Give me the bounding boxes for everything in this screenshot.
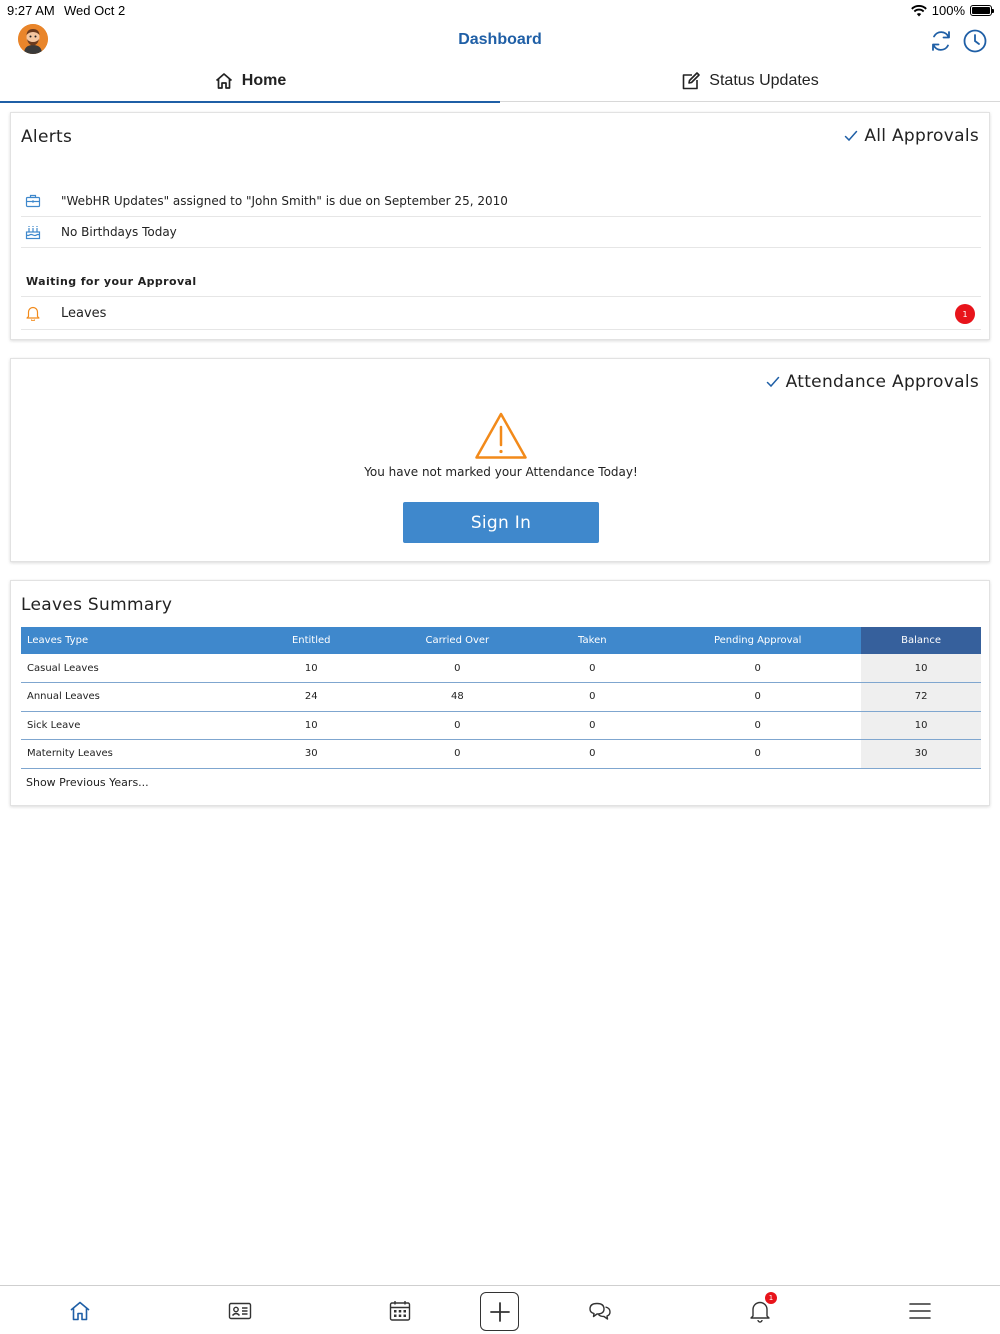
checkmark-icon	[845, 130, 858, 142]
waiting-approval-heading: Waiting for your Approval	[26, 275, 197, 288]
table-cell: 0	[654, 711, 862, 740]
chat-icon	[589, 1302, 611, 1320]
table-cell: 0	[530, 739, 655, 769]
table-cell: 72	[861, 682, 981, 712]
tabbar-calendar[interactable]	[387, 1298, 413, 1324]
table-row: Sick Leave 10 0 0 0 10	[21, 711, 981, 740]
table-row: Casual Leaves 10 0 0 0 10	[21, 654, 981, 683]
alert-item-text: "WebHR Updates" assigned to "John Smith"…	[61, 194, 508, 208]
leaves-approval-label: Leaves	[61, 305, 107, 321]
home-icon	[215, 73, 232, 89]
plus-icon	[489, 1301, 510, 1322]
menu-icon	[909, 1303, 931, 1319]
home-icon	[70, 1301, 90, 1321]
checkmark-icon	[766, 376, 779, 388]
table-cell: 0	[384, 711, 531, 740]
alert-item-text: No Birthdays Today	[61, 225, 177, 239]
table-cell: 0	[530, 711, 655, 740]
table-cell: 0	[654, 682, 862, 712]
edit-icon	[682, 72, 701, 90]
all-approvals-label: All Approvals	[864, 126, 979, 146]
leaves-count-badge: 1	[955, 304, 975, 324]
table-cell: 0	[654, 654, 862, 683]
table-cell: 10	[861, 654, 981, 683]
tab-home[interactable]: Home	[0, 60, 500, 103]
table-cell: 0	[384, 739, 531, 769]
page-title: Dashboard	[458, 31, 542, 48]
leaves-summary-title: Leaves Summary	[21, 595, 173, 615]
nav-bar: Dashboard	[0, 22, 1000, 60]
table-cell: 10	[238, 711, 385, 740]
column-header: Carried Over	[384, 627, 531, 654]
table-cell: 0	[530, 682, 655, 712]
clock-icon[interactable]	[962, 28, 988, 54]
add-button[interactable]	[480, 1292, 519, 1331]
table-row: Maternity Leaves 30 0 0 0 30	[21, 739, 981, 769]
table-cell: 0	[654, 739, 862, 769]
tabbar-home[interactable]	[67, 1298, 93, 1324]
attendance-message: You have not marked your Attendance Toda…	[364, 465, 638, 479]
column-header: Pending Approval	[654, 627, 862, 654]
table-row: Annual Leaves 24 48 0 0 72	[21, 682, 981, 712]
table-header-row: Leaves Type Entitled Carried Over Taken …	[21, 627, 981, 654]
tab-home-label: Home	[241, 72, 287, 89]
battery-percent: 100%	[931, 3, 965, 18]
table-cell: Annual Leaves	[21, 682, 239, 712]
table-cell: Maternity Leaves	[21, 739, 239, 769]
table-cell: Casual Leaves	[21, 654, 239, 683]
alerts-card: Alerts All Approvals "WebHR Updates" ass…	[10, 112, 990, 340]
attendance-approvals-link[interactable]: Attendance Approvals	[766, 372, 979, 392]
warning-icon	[475, 412, 527, 459]
tabbar-menu[interactable]	[907, 1298, 933, 1324]
tab-status-updates[interactable]: Status Updates	[500, 60, 1000, 102]
table-cell: 0	[530, 654, 655, 683]
show-previous-years-link[interactable]: Show Previous Years...	[26, 776, 149, 789]
alert-item[interactable]: "WebHR Updates" assigned to "John Smith"…	[21, 186, 981, 217]
sign-in-button[interactable]: Sign In	[403, 502, 599, 543]
column-header: Leaves Type	[21, 627, 239, 654]
cake-icon	[25, 226, 41, 240]
leaves-approval-item[interactable]: Leaves 1	[21, 296, 981, 330]
tabbar-directory[interactable]	[227, 1298, 253, 1324]
table-cell: 24	[238, 682, 385, 712]
status-date: Wed Oct 2	[64, 3, 126, 18]
status-right: 100%	[910, 3, 994, 18]
column-header: Balance	[861, 627, 981, 654]
notification-badge: 1	[765, 1292, 777, 1304]
table-cell: 0	[384, 654, 531, 683]
table-cell: 30	[861, 739, 981, 769]
nav-actions	[928, 28, 988, 54]
tabbar-chat[interactable]	[587, 1298, 613, 1324]
briefcase-icon	[25, 194, 41, 208]
bell-icon	[26, 306, 40, 321]
column-header: Taken	[530, 627, 655, 654]
calendar-icon	[389, 1301, 411, 1321]
table-cell: 48	[384, 682, 531, 712]
tab-status-updates-label: Status Updates	[709, 72, 819, 89]
top-tabs: Home Status Updates	[0, 60, 1000, 103]
wifi-icon	[910, 4, 927, 16]
contact-card-icon	[228, 1302, 252, 1320]
leaves-summary-card: Leaves Summary Leaves Type Entitled Carr…	[10, 580, 990, 806]
table-cell: 10	[861, 711, 981, 740]
bottom-tab-bar: 1	[0, 1285, 1000, 1334]
sync-icon[interactable]	[928, 28, 954, 54]
battery-icon	[970, 5, 994, 16]
all-approvals-link[interactable]: All Approvals	[844, 126, 979, 146]
attendance-approvals-label: Attendance Approvals	[785, 372, 979, 392]
table-cell: 10	[238, 654, 385, 683]
status-bar: 9:27 AM Wed Oct 2 100%	[0, 0, 1000, 22]
table-cell: 30	[238, 739, 385, 769]
attendance-card: Attendance Approvals You have not marked…	[10, 358, 990, 562]
column-header: Entitled	[238, 627, 385, 654]
leaves-table: Leaves Type Entitled Carried Over Taken …	[21, 627, 981, 769]
alert-item[interactable]: No Birthdays Today	[21, 217, 981, 248]
status-time: 9:27 AM	[7, 3, 55, 18]
alerts-title: Alerts	[21, 127, 73, 147]
table-cell: Sick Leave	[21, 711, 239, 740]
tabbar-notifications[interactable]: 1	[747, 1292, 777, 1324]
